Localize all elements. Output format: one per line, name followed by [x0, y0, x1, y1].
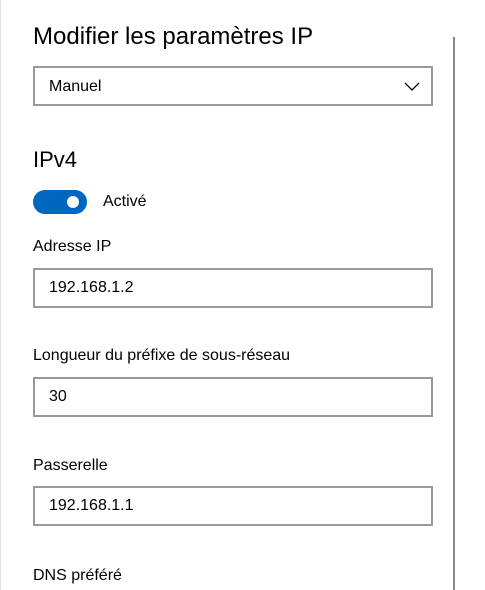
- ipv4-toggle-switch[interactable]: [33, 190, 87, 214]
- ipv4-toggle-label: Activé: [103, 193, 147, 210]
- dialog-title: Modifier les paramètres IP: [33, 23, 314, 50]
- subnet-prefix-label: Longueur du préfixe de sous-réseau: [33, 347, 291, 364]
- subnet-prefix-input[interactable]: [33, 377, 433, 417]
- ipv4-toggle-row: Activé: [33, 190, 147, 214]
- dropdown-selected-value: Manuel: [49, 78, 102, 95]
- gateway-input[interactable]: [33, 486, 433, 526]
- toggle-knob: [67, 196, 79, 208]
- preferred-dns-label: DNS préféré: [33, 567, 122, 584]
- ip-address-input[interactable]: [33, 268, 433, 308]
- ipv4-heading: IPv4: [33, 147, 78, 172]
- ip-address-label: Adresse IP: [33, 238, 112, 255]
- chevron-down-icon: [404, 82, 420, 91]
- vertical-scrollbar[interactable]: [453, 37, 455, 590]
- gateway-label: Passerelle: [33, 457, 108, 474]
- ip-settings-mode-dropdown[interactable]: Manuel: [33, 66, 433, 106]
- panel-left-border: [0, 0, 1, 590]
